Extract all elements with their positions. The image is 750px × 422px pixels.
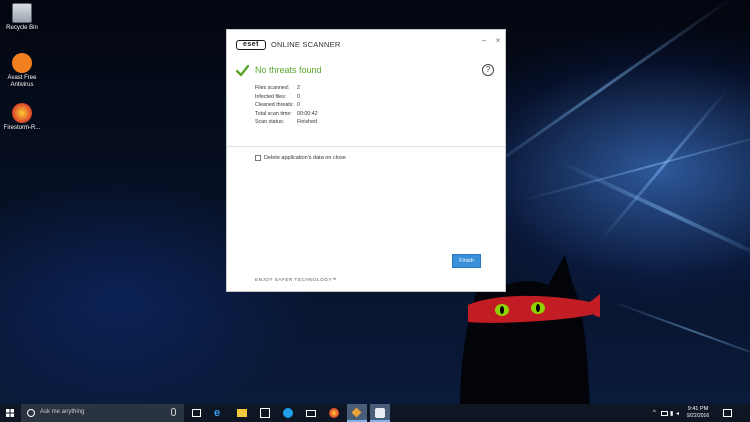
cortana-search-box[interactable]: Ask me anything	[21, 404, 184, 422]
eset-scanner-icon	[375, 408, 385, 418]
stat-value: 0	[297, 93, 300, 100]
eset-logo: eset	[236, 40, 266, 50]
close-button[interactable]: ×	[493, 36, 503, 46]
checkmark-icon	[236, 65, 249, 77]
store-icon	[260, 408, 270, 418]
action-center-icon[interactable]	[723, 409, 732, 417]
taskbar-clock[interactable]: 9:41 PM 9/22/2016	[679, 406, 717, 420]
stat-row: Cleaned threats: 0	[255, 101, 318, 110]
stat-value: 0	[297, 102, 300, 108]
help-icon[interactable]: ?	[482, 64, 494, 76]
mail-icon	[306, 410, 316, 417]
recycle-bin-icon	[12, 3, 32, 23]
taskbar-firestorm[interactable]	[324, 404, 344, 422]
delete-data-checkbox[interactable]	[255, 155, 261, 161]
folder-icon	[237, 409, 247, 417]
clock-date: 9/22/2016	[686, 413, 710, 419]
scan-result-status: No threats found	[255, 65, 322, 75]
desktop-icon-label: Avast Free Antivirus	[7, 75, 37, 88]
app-icon	[351, 407, 362, 418]
stat-label: Cleaned threats:	[255, 102, 294, 108]
finish-button[interactable]: Finish	[452, 254, 481, 268]
avast-icon	[12, 53, 32, 73]
taskbar-store[interactable]	[255, 404, 275, 422]
taskbar-app-active[interactable]	[347, 404, 367, 422]
divider	[227, 146, 505, 147]
firestorm-icon	[12, 103, 32, 123]
task-view-button[interactable]	[186, 404, 206, 422]
task-view-icon	[192, 409, 201, 417]
taskbar-mail[interactable]	[301, 404, 321, 422]
stat-label: Scan status:	[255, 119, 285, 125]
taskbar: Ask me anything e ^ ▮ ◂ 9:41 PM 9/22/201…	[0, 404, 750, 422]
skype-icon	[283, 408, 293, 418]
eset-slogan: ENJOY SAFER TECHNOLOGY™	[255, 277, 338, 282]
taskbar-edge[interactable]: e	[209, 404, 229, 422]
stat-label: Total scan time:	[255, 110, 292, 117]
taskbar-skype[interactable]	[278, 404, 298, 422]
eset-online-scanner-window: eset ONLINE SCANNER – × No threats found…	[226, 29, 506, 292]
desktop-icon-label: Firestorm-R...	[3, 125, 41, 131]
network-icon[interactable]: ▮	[670, 410, 673, 417]
product-name: ONLINE SCANNER	[271, 40, 341, 49]
stat-label: Files scanned:	[255, 85, 290, 91]
desktop-icon-label: Recycle Bin	[6, 25, 38, 31]
microphone-icon[interactable]	[171, 408, 176, 416]
show-hidden-icons-icon[interactable]: ^	[653, 410, 656, 416]
stat-row: Scan status: Finished	[255, 118, 318, 127]
delete-data-label[interactable]: Delete application's data on close	[264, 155, 346, 161]
desktop-icon-recycle-bin[interactable]: Recycle Bin	[0, 3, 44, 32]
light-beam	[609, 300, 750, 364]
search-placeholder: Ask me anything	[40, 409, 85, 415]
window-titlebar[interactable]: eset ONLINE SCANNER – ×	[227, 30, 505, 58]
battery-icon[interactable]	[661, 411, 668, 416]
stat-label: Infected files:	[255, 93, 287, 100]
stat-value: 00:00:42	[297, 110, 318, 117]
clock-time: 9:41 PM	[687, 406, 709, 412]
windows-logo-icon	[6, 409, 14, 417]
light-beam	[519, 127, 750, 202]
light-beam	[598, 87, 730, 243]
firestorm-icon	[329, 408, 339, 418]
stat-row: Files scanned: 2	[255, 84, 318, 93]
stat-value: 2	[297, 85, 300, 91]
stat-row: Infected files: 0	[255, 93, 318, 102]
minimize-button[interactable]: –	[479, 36, 489, 46]
desktop-icon-avast[interactable]: Avast Free Antivirus	[0, 53, 44, 89]
delete-data-option[interactable]: Delete application's data on close	[255, 155, 346, 161]
taskbar-file-explorer[interactable]	[232, 404, 252, 422]
search-icon	[27, 409, 35, 417]
edge-icon: e	[214, 407, 221, 419]
start-button[interactable]	[0, 404, 20, 422]
scan-statistics: Files scanned: 2 Infected files: 0 Clean…	[255, 84, 318, 127]
taskbar-eset-scanner[interactable]	[370, 404, 390, 422]
stat-row: Total scan time: 00:00:42	[255, 110, 318, 119]
stat-value: Finished	[297, 119, 318, 125]
desktop-icon-firestorm[interactable]: Firestorm-R...	[0, 103, 44, 132]
